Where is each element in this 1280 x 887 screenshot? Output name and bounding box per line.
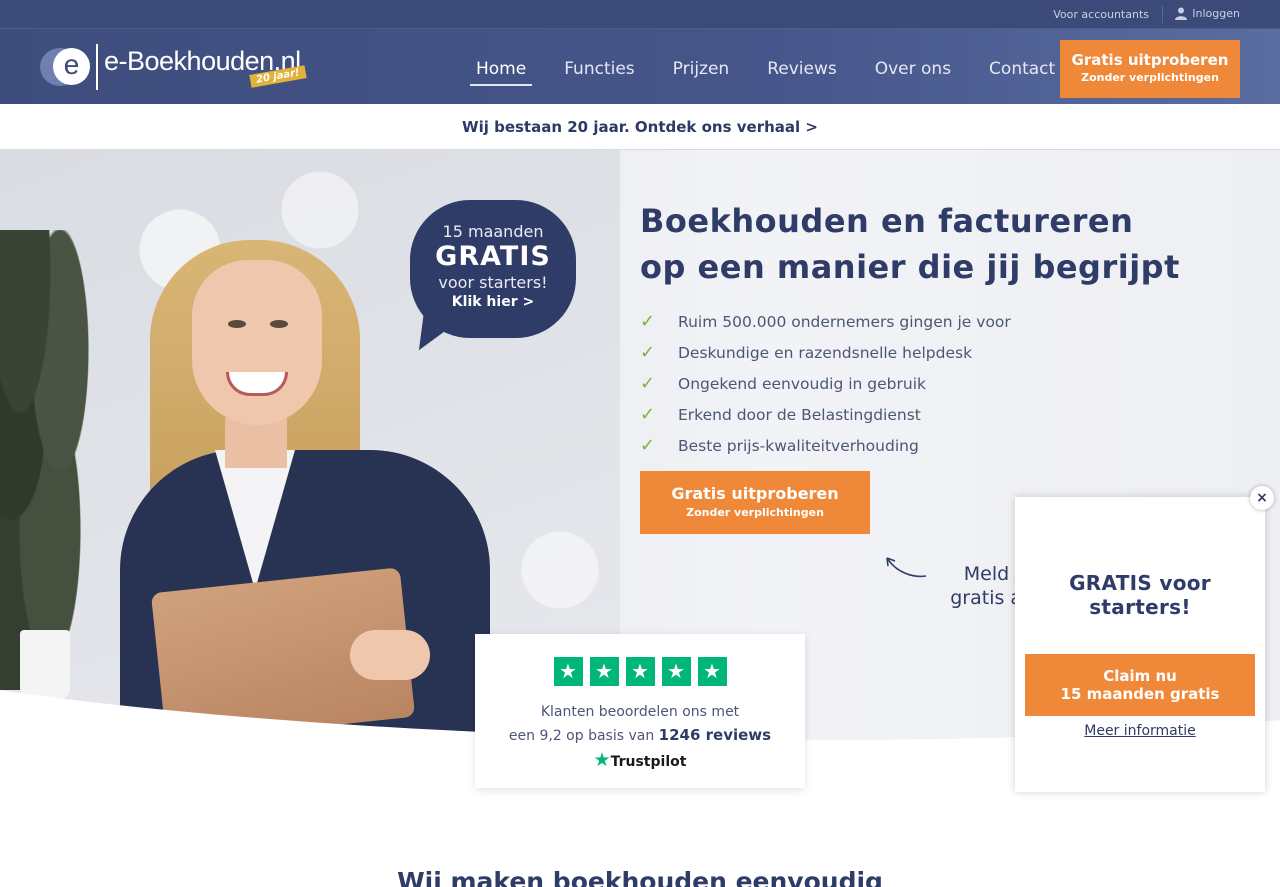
main-nav: Home Functies Prijzen Reviews Over ons C… xyxy=(470,58,1087,88)
feature-list: ✓ Ruim 500.000 ondernemers gingen je voor… xyxy=(640,306,1011,461)
trustpilot-text-line-1: Klanten beoordelen ons met xyxy=(540,704,740,720)
section-title: Wij maken boekhouden eenvoudig xyxy=(397,867,883,887)
trustpilot-logo: ★Trustpilot xyxy=(475,749,805,771)
header-trial-label: Gratis uitproberen xyxy=(1071,51,1229,69)
login-link[interactable]: Inloggen xyxy=(1175,7,1240,20)
logo-divider xyxy=(96,44,98,90)
trustpilot-text: Klanten beoordelen ons met een 9,2 op ba… xyxy=(475,701,805,748)
top-utility-bar: Voor accountants Inloggen xyxy=(0,0,1280,29)
nav-over-ons[interactable]: Over ons xyxy=(869,58,957,86)
woman-eye-left xyxy=(228,320,246,328)
main-header: e e-Boekhouden.nl 20 jaar! Home Functies… xyxy=(0,29,1280,104)
check-icon: ✓ xyxy=(640,311,656,332)
trustpilot-card[interactable]: ★ ★ ★ ★ ★ Klanten beoordelen ons met een… xyxy=(475,634,805,788)
trustpilot-review-count: 1246 reviews xyxy=(658,726,772,744)
star-icon: ★ xyxy=(553,657,583,686)
star-icon: ★ xyxy=(661,657,691,686)
woman-face xyxy=(192,260,322,425)
feature-item: ✓ Ongekend eenvoudig in gebruik xyxy=(640,368,1011,399)
anniversary-announcement-link[interactable]: Wij bestaan 20 jaar. Ontdek ons verhaal … xyxy=(0,104,1280,150)
hero-trial-label: Gratis uitproberen xyxy=(671,484,839,503)
star-icon: ★ xyxy=(589,657,619,686)
check-icon: ✓ xyxy=(640,435,656,456)
feature-text: Erkend door de Belastingdienst xyxy=(678,405,921,424)
plant-image xyxy=(0,230,110,690)
nav-reviews[interactable]: Reviews xyxy=(761,58,843,86)
woman-hand xyxy=(350,630,430,680)
curved-arrow-icon xyxy=(886,557,927,578)
star-icon: ★ xyxy=(625,657,655,686)
bubble-link[interactable]: Klik hier > xyxy=(410,294,576,310)
trustpilot-text-line-2: een 9,2 op basis van xyxy=(508,728,655,744)
feature-item: ✓ Beste prijs-kwaliteitverhouding xyxy=(640,430,1011,461)
hero-trial-sublabel: Zonder verplichtingen xyxy=(686,506,824,519)
hero-trial-button[interactable]: Gratis uitproberen Zonder verplichtingen xyxy=(640,471,870,534)
claim-button-line-1: Claim nu xyxy=(1103,667,1177,685)
star-icon: ★ xyxy=(697,657,727,686)
hero-title-line-1: Boekhouden en factureren xyxy=(640,202,1134,240)
trustpilot-stars: ★ ★ ★ ★ ★ xyxy=(475,657,805,686)
woman-neck xyxy=(225,418,287,468)
accountants-link[interactable]: Voor accountants xyxy=(1053,8,1149,21)
feature-text: Beste prijs-kwaliteitverhouding xyxy=(678,436,919,455)
starters-popup: GRATIS voor starters! Claim nu 15 maande… xyxy=(1015,497,1265,792)
nav-home[interactable]: Home xyxy=(470,58,533,86)
hero-title-line-2: op een manier die jij begrijpt xyxy=(640,248,1180,286)
nav-functies[interactable]: Functies xyxy=(558,58,640,86)
claim-button-line-2: 15 maanden gratis xyxy=(1060,685,1220,703)
check-icon: ✓ xyxy=(640,404,656,425)
feature-item: ✓ Ruim 500.000 ondernemers gingen je voor xyxy=(640,306,1011,337)
starters-promo-bubble[interactable]: 15 maanden GRATIS voor starters! Klik hi… xyxy=(410,200,576,338)
feature-item: ✓ Erkend door de Belastingdienst xyxy=(640,399,1011,430)
popup-close-icon[interactable]: × xyxy=(1250,486,1274,510)
bubble-line-3: voor starters! xyxy=(438,273,548,292)
claim-offer-button[interactable]: Claim nu 15 maanden gratis xyxy=(1025,654,1255,716)
trustpilot-brand: Trustpilot xyxy=(610,754,687,770)
popup-title: GRATIS voor starters! xyxy=(1069,571,1211,619)
hero-title: Boekhouden en factureren op een manier d… xyxy=(640,198,1240,290)
nav-contact[interactable]: Contact xyxy=(983,58,1061,86)
check-icon: ✓ xyxy=(640,373,656,394)
trustpilot-star-icon: ★ xyxy=(593,749,611,771)
login-label: Inloggen xyxy=(1192,7,1240,20)
check-icon: ✓ xyxy=(640,342,656,363)
woman-eye-right xyxy=(270,320,288,328)
topbar-divider xyxy=(1162,6,1163,23)
bubble-line-2: GRATIS xyxy=(435,241,551,272)
feature-text: Ruim 500.000 ondernemers gingen je voor xyxy=(678,312,1011,331)
header-trial-button[interactable]: Gratis uitproberen Zonder verplichtingen xyxy=(1060,40,1240,98)
feature-text: Deskundige en razendsnelle helpdesk xyxy=(678,343,973,362)
site-logo[interactable]: e e-Boekhouden.nl 20 jaar! xyxy=(40,44,310,94)
user-icon xyxy=(1175,7,1188,20)
feature-text: Ongekend eenvoudig in gebruik xyxy=(678,374,926,393)
feature-item: ✓ Deskundige en razendsnelle helpdesk xyxy=(640,337,1011,368)
logo-e-icon: e xyxy=(53,48,90,85)
nav-prijzen[interactable]: Prijzen xyxy=(667,58,736,86)
bubble-line-1: 15 maanden xyxy=(442,222,544,241)
more-info-link[interactable]: Meer informatie xyxy=(1015,723,1265,739)
header-trial-sublabel: Zonder verplichtingen xyxy=(1081,71,1219,84)
